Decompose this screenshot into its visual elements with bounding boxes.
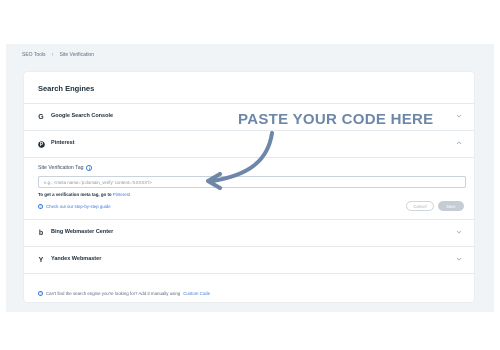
annotation-arrow-icon — [206, 131, 274, 190]
